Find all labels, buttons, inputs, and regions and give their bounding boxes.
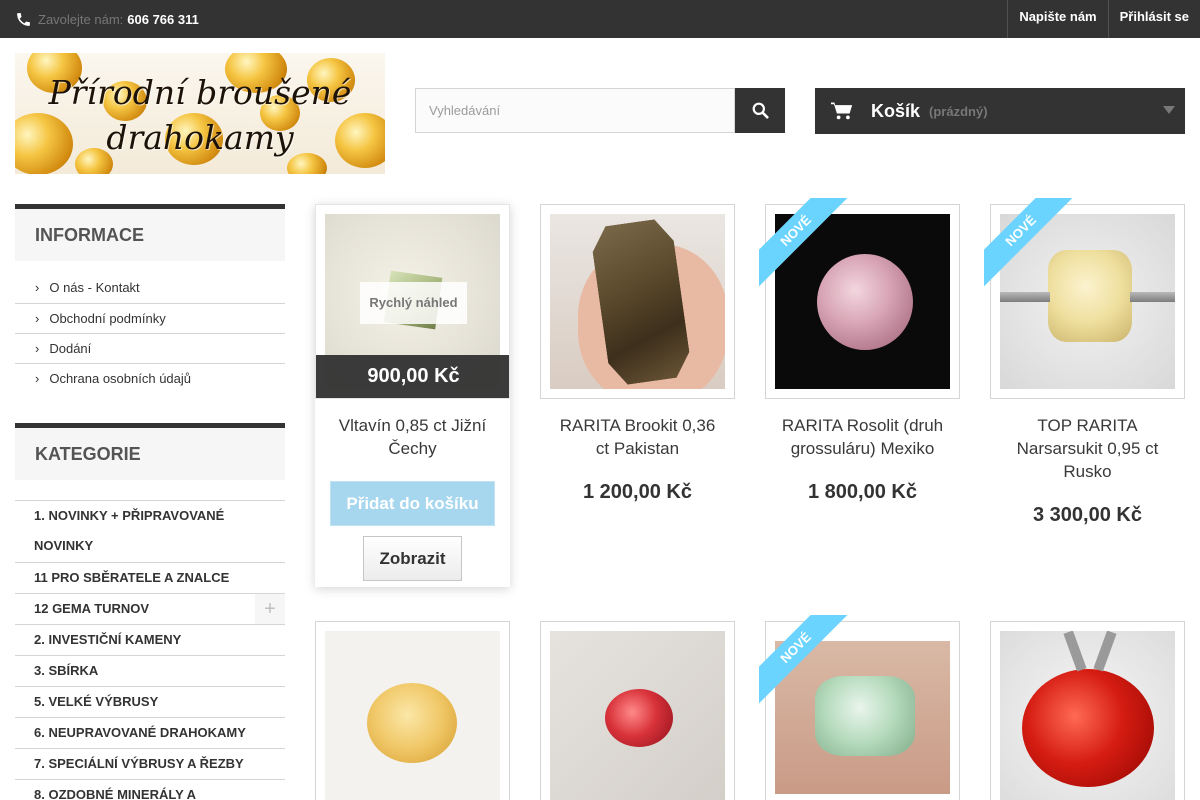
- category-item[interactable]: 8. OZDOBNÉ MINERÁLY A: [15, 779, 285, 800]
- category-item[interactable]: 6. NEUPRAVOVANÉ DRAHOKAMY: [15, 717, 285, 748]
- product-name[interactable]: Vltavín 0,85 ct Jižní Čechy: [315, 414, 510, 460]
- call-label: Zavolejte nám:: [38, 11, 124, 27]
- quick-view-button[interactable]: Rychlý náhled: [360, 282, 467, 324]
- view-button[interactable]: Zobrazit: [363, 536, 462, 581]
- category-item[interactable]: 2. INVESTIČNÍ KAMENY: [15, 624, 285, 655]
- product-image[interactable]: [550, 214, 725, 389]
- add-to-cart-button[interactable]: Přidat do košíku: [330, 481, 495, 526]
- category-title: KATEGORIE: [15, 423, 285, 480]
- category-item[interactable]: 1. NOVINKY + PŘIPRAVOVANÉ NOVINKY: [15, 500, 285, 562]
- category-item[interactable]: 3. SBÍRKA: [15, 655, 285, 686]
- product-image[interactable]: [1000, 631, 1175, 800]
- info-link-terms[interactable]: › Obchodní podmínky: [15, 303, 285, 333]
- product-name[interactable]: RARITA Rosolit (druh grossuláru) Mexiko: [765, 414, 960, 460]
- contact-phone: Zavolejte nám: 606 766 311: [15, 8, 199, 30]
- product-image-frame[interactable]: [540, 621, 735, 800]
- product-name[interactable]: TOP RARITA Narsarsukit 0,95 ct Rusko: [990, 414, 1185, 483]
- product-image[interactable]: [325, 631, 500, 800]
- search-button[interactable]: [735, 88, 785, 133]
- product-image-frame[interactable]: [990, 621, 1185, 800]
- top-bar: Zavolejte nám: 606 766 311 Napište nám P…: [0, 0, 1200, 38]
- product-price: 1 800,00 Kč: [808, 481, 917, 503]
- product-card[interactable]: RARITA Brookit 0,36 ct Pakistan 1 200,00…: [540, 204, 735, 504]
- info-title: INFORMACE: [15, 204, 285, 261]
- info-link-about[interactable]: › O nás - Kontakt: [15, 273, 285, 303]
- chevron-right-icon: ›: [35, 311, 40, 326]
- phone-number: 606 766 311: [127, 11, 199, 27]
- product-card[interactable]: [990, 621, 1185, 800]
- chevron-right-icon: ›: [35, 341, 40, 356]
- product-price: 1 200,00 Kč: [583, 481, 692, 503]
- product-price-overlay: 900,00 Kč: [316, 355, 509, 398]
- product-image-frame[interactable]: [315, 621, 510, 800]
- product-name[interactable]: RARITA Brookit 0,36 ct Pakistan: [540, 414, 735, 460]
- product-card[interactable]: [315, 621, 510, 800]
- cart-label: Košík: [871, 100, 921, 121]
- search-icon: [752, 102, 769, 119]
- chevron-right-icon: ›: [35, 280, 40, 295]
- product-card[interactable]: Nové TOP RARITA Narsarsukit 0,95 ct Rusk…: [984, 198, 1185, 527]
- category-item[interactable]: 5. VELKÉ VÝBRUSY: [15, 686, 285, 717]
- expand-icon[interactable]: +: [255, 594, 285, 625]
- search-input[interactable]: [415, 88, 735, 133]
- category-block: KATEGORIE 1. NOVINKY + PŘIPRAVOVANÉ NOVI…: [15, 423, 285, 800]
- search-form: [415, 88, 785, 133]
- contact-us-link[interactable]: Napište nám: [1007, 0, 1107, 38]
- phone-icon: [17, 12, 30, 26]
- cart-icon: [831, 102, 853, 120]
- info-block: INFORMACE › O nás - Kontakt › Obchodní pod…: [15, 204, 285, 393]
- product-card[interactable]: Rychlý náhled 900,00 Kč Vltavín 0,85 ct …: [315, 204, 510, 587]
- product-card[interactable]: [540, 621, 735, 800]
- product-image-frame[interactable]: Rychlý náhled 900,00 Kč: [315, 204, 510, 399]
- shop-logo[interactable]: Přírodní broušené drahokamy: [15, 53, 385, 174]
- category-item[interactable]: 11 PRO SBĚRATELE A ZNALCE: [15, 562, 285, 593]
- product-image-frame[interactable]: [540, 204, 735, 399]
- product-price: 3 300,00 Kč: [1033, 504, 1142, 526]
- product-card[interactable]: Nové: [759, 615, 960, 800]
- category-item[interactable]: 7. SPECIÁLNÍ VÝBRUSY A ŘEZBY: [15, 748, 285, 779]
- new-badge: Nové: [759, 615, 849, 705]
- info-link-privacy[interactable]: › Ochrana osobních údajů: [15, 363, 285, 393]
- product-card[interactable]: Nové RARITA Rosolit (druh grossuláru) Me…: [759, 198, 960, 504]
- cart-status: (prázdný): [929, 103, 988, 119]
- logo-text-line1: Přírodní broušené: [48, 73, 352, 112]
- chevron-right-icon: ›: [35, 371, 40, 386]
- login-link[interactable]: Přihlásit se: [1107, 0, 1200, 38]
- cart-button[interactable]: Košík (prázdný): [815, 88, 1185, 134]
- chevron-down-icon: [1163, 106, 1175, 114]
- category-item-gema[interactable]: 12 GEMA TURNOV +: [15, 593, 285, 625]
- info-link-delivery[interactable]: › Dodání: [15, 333, 285, 363]
- logo-text-line2: drahokamy: [106, 118, 294, 157]
- product-image[interactable]: [550, 631, 725, 800]
- new-badge: Nové: [759, 198, 849, 288]
- new-badge: Nové: [984, 198, 1074, 288]
